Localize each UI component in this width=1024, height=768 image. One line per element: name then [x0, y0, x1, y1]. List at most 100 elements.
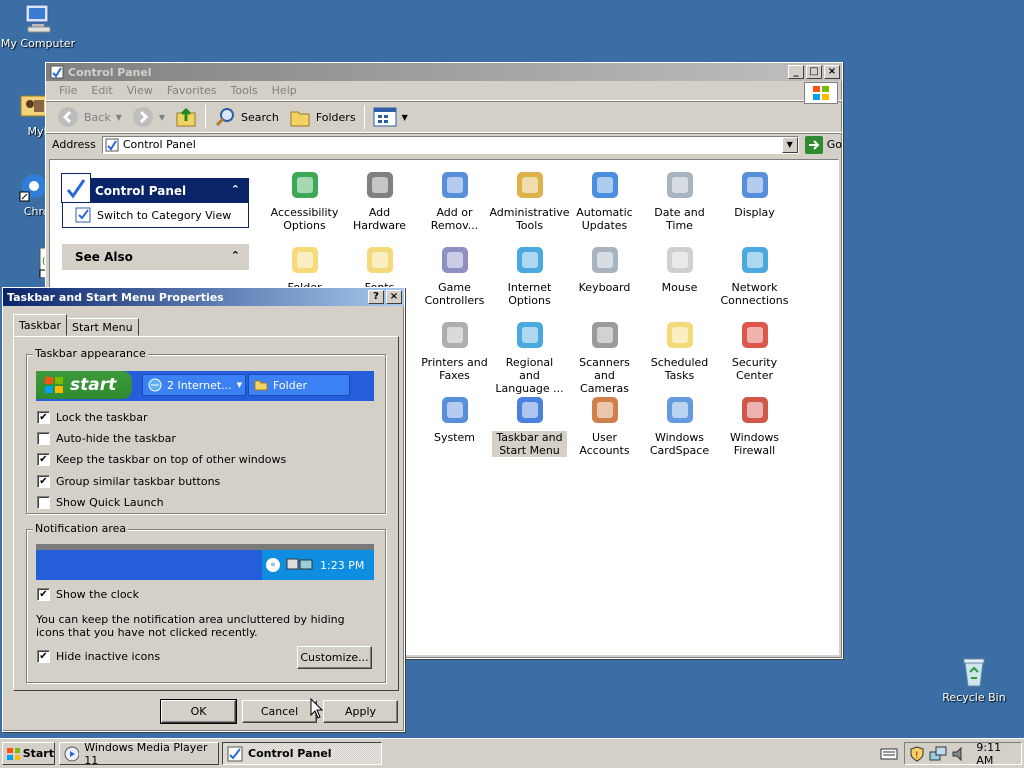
cp-item-regional-language[interactable]: Regional and Language ... [492, 318, 567, 395]
cp-item-game-controllers[interactable]: Game Controllers [417, 243, 492, 318]
menu-edit[interactable]: Edit [84, 84, 119, 97]
quick-launch-checkbox[interactable]: Show Quick Launch [37, 496, 164, 509]
scheduled-tasks-icon [663, 318, 697, 352]
task-box-header[interactable]: Control Panel ⌃ [61, 173, 248, 203]
tab-start-menu[interactable]: Start Menu [66, 318, 139, 336]
back-button[interactable]: Back ▼ [52, 104, 127, 130]
lock-taskbar-checkbox[interactable]: ✔ Lock the taskbar [37, 411, 148, 424]
cp-item-label: Security Center [731, 356, 778, 382]
cp-item-printers-faxes[interactable]: Printers and Faxes [417, 318, 492, 393]
folders-button[interactable]: Folders [284, 104, 361, 130]
cp-item-label: Windows Firewall [729, 431, 780, 457]
switch-to-category-view-link[interactable]: Switch to Category View [63, 203, 248, 227]
checkbox-label: Show the clock [56, 588, 139, 601]
control-panel-icon [50, 65, 64, 79]
maximize-button[interactable]: □ [806, 65, 822, 79]
cp-item-network-connections[interactable]: Network Connections [717, 243, 792, 318]
user-accounts-icon [588, 393, 622, 427]
hide-inactive-icons-checkbox[interactable]: ✔ Hide inactive icons [37, 650, 160, 663]
desktop-icon-my-computer[interactable]: My Computer [0, 2, 76, 50]
automatic-updates-icon [588, 168, 622, 202]
taskbar-properties-dialog: Taskbar and Start Menu Properties ? × Ta… [2, 287, 405, 732]
cp-item-add-remove-programs[interactable]: Add or Remov... [417, 168, 492, 243]
up-folder-button[interactable] [170, 104, 202, 130]
see-also-task-box: See Also ⌃ [62, 244, 249, 270]
cp-item-date-time[interactable]: Date and Time [642, 168, 717, 243]
security-shield-icon[interactable]: ! [909, 745, 925, 762]
toolbar-separator [363, 105, 365, 129]
minimize-button[interactable]: _ [788, 65, 804, 79]
cp-item-display[interactable]: Display [717, 168, 792, 243]
cp-item-accessibility[interactable]: Accessibility Options [267, 168, 342, 243]
menu-help[interactable]: Help [265, 84, 304, 97]
control-panel-icon [105, 138, 119, 151]
cp-item-label: Add Hardware [352, 206, 407, 232]
start-button[interactable]: Start [2, 742, 55, 765]
keep-on-top-checkbox[interactable]: ✔ Keep the taskbar on top of other window… [37, 453, 286, 466]
cp-item-taskbar-start-menu[interactable]: Taskbar and Start Menu [492, 393, 567, 468]
cancel-button[interactable]: Cancel [242, 700, 317, 723]
apply-button[interactable]: Apply [323, 700, 398, 723]
close-button[interactable]: × [824, 65, 840, 79]
help-button[interactable]: ? [368, 290, 384, 304]
menu-tools[interactable]: Tools [224, 84, 265, 97]
taskbar-preview: start 2 Internet... ▼ Folder [36, 371, 374, 401]
cp-item-scheduled-tasks[interactable]: Scheduled Tasks [642, 318, 717, 393]
cp-item-administrative-tools[interactable]: Administrative Tools [489, 168, 570, 243]
customize-button[interactable]: Customize... [297, 646, 372, 669]
collapse-chevron-icon[interactable]: ⌃ [231, 183, 240, 196]
go-label: Go [826, 138, 842, 151]
control-panel-titlebar[interactable]: Control Panel _ □ × [46, 63, 842, 81]
cp-item-mouse[interactable]: Mouse [642, 243, 717, 318]
cp-item-system[interactable]: System [417, 393, 492, 468]
collapse-chevron-icon[interactable]: ⌃ [231, 249, 240, 262]
cp-item-add-hardware[interactable]: Add Hardware [342, 168, 417, 243]
network-icon[interactable] [929, 746, 947, 762]
taskbar-button-label: Windows Media Player 11 [84, 740, 208, 767]
cp-item-windows-firewall[interactable]: Windows Firewall [717, 393, 792, 468]
preview-task-folder: Folder [248, 374, 350, 396]
desktop-icon-recycle-bin[interactable]: Recycle Bin [936, 656, 1012, 704]
keyboard-layout-icon[interactable] [880, 747, 898, 761]
taskbar-button-media-player[interactable]: Windows Media Player 11 [59, 740, 219, 767]
tray-clock[interactable]: 9:11 AM [976, 741, 1021, 767]
menu-favorites[interactable]: Favorites [160, 84, 224, 97]
forward-button[interactable]: ▼ [127, 104, 170, 130]
cp-item-keyboard[interactable]: Keyboard [567, 243, 642, 318]
group-buttons-checkbox[interactable]: ✔ Group similar taskbar buttons [37, 475, 220, 488]
cp-item-label: Game Controllers [424, 281, 485, 307]
show-clock-checkbox[interactable]: ✔ Show the clock [37, 588, 139, 601]
volume-icon[interactable] [951, 746, 967, 762]
task-box-title: Control Panel [95, 184, 187, 198]
taskbar-button-control-panel[interactable]: Control Panel [222, 742, 382, 765]
address-value: Control Panel [122, 138, 196, 151]
address-label: Address [52, 138, 96, 151]
cp-item-scanners-cameras[interactable]: Scanners and Cameras [567, 318, 642, 395]
search-button[interactable]: Search [209, 104, 284, 130]
search-icon [215, 108, 235, 127]
cp-item-user-accounts[interactable]: User Accounts [567, 393, 642, 468]
views-button[interactable]: ▼ [368, 104, 413, 130]
scanners-cameras-icon [588, 318, 622, 352]
taskbar: Start Windows Media Player 11 Control Pa… [0, 738, 1024, 768]
ok-button[interactable]: OK [160, 699, 237, 724]
close-button[interactable]: × [386, 290, 402, 304]
folder-options-icon [288, 243, 322, 277]
auto-hide-checkbox[interactable]: Auto-hide the taskbar [37, 432, 176, 445]
address-dropdown-button[interactable]: ▼ [781, 136, 798, 153]
tab-taskbar[interactable]: Taskbar [13, 314, 67, 336]
dialog-titlebar[interactable]: Taskbar and Start Menu Properties ? × [3, 288, 404, 306]
menu-view[interactable]: View [120, 84, 160, 97]
cp-item-security-center[interactable]: Security Center [717, 318, 792, 393]
cp-item-internet-options[interactable]: Internet Options [492, 243, 567, 318]
cp-item-automatic-updates[interactable]: Automatic Updates [567, 168, 642, 243]
network-connections-icon [738, 243, 772, 277]
go-button[interactable]: Go [804, 135, 842, 154]
security-center-icon [738, 318, 772, 352]
standard-toolbar: Back ▼ ▼ Search Folders ▼ [46, 101, 842, 133]
media-player-icon [64, 746, 80, 761]
see-also-header[interactable]: See Also ⌃ [63, 245, 248, 269]
address-input[interactable]: Control Panel ▼ [101, 135, 799, 154]
cp-item-windows-cardspace[interactable]: Windows CardSpace [642, 393, 717, 468]
menu-file[interactable]: File [52, 84, 84, 97]
